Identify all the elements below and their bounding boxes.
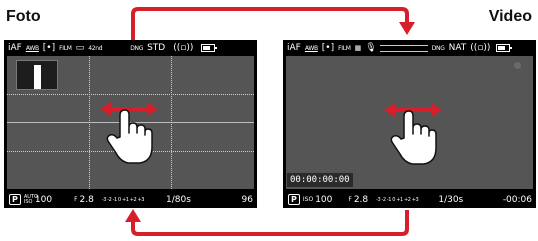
stabilization-icon[interactable]: ((▫)) xyxy=(470,43,490,53)
photo-to-video-arrowhead xyxy=(399,22,415,35)
photo-top-status-bar: iAF AWB [•] FILM ▭ 42nd DNG STD ((▫)) xyxy=(4,40,257,56)
af-mode[interactable]: iAF xyxy=(287,43,301,53)
battery-icon xyxy=(201,43,218,53)
photo-bottom-status-bar: P AUTO ISO 100 F 2.8 -3 -2 -1 0 +1 +2 +3… xyxy=(4,191,257,208)
file-format[interactable]: DNG xyxy=(130,45,143,52)
af-mode[interactable]: iAF xyxy=(8,43,22,53)
white-balance[interactable]: AWB xyxy=(305,45,318,52)
grid-line xyxy=(89,56,90,189)
film-style[interactable]: FILM xyxy=(338,45,351,52)
photo-to-video-arrow xyxy=(131,7,409,40)
spot-metering-icon[interactable]: [•] xyxy=(322,43,334,53)
exposure-mode[interactable]: P xyxy=(288,194,300,205)
video-viewfinder[interactable]: 00:00:00:00 xyxy=(286,56,533,189)
timecode: 00:00:00:00 xyxy=(287,173,353,187)
stabilization-icon[interactable]: ((▫)) xyxy=(173,43,193,53)
histogram xyxy=(16,60,58,90)
style-label[interactable]: NAT xyxy=(449,43,467,53)
exposure-mode[interactable]: P xyxy=(9,194,21,205)
aperture-prefix: F xyxy=(348,196,352,203)
aperture-prefix: F xyxy=(74,196,78,203)
audio-level-meter xyxy=(379,44,428,52)
video-to-photo-arrowhead xyxy=(125,209,141,222)
video-bottom-status-bar: P ISO 100 F 2.8 -3 -2 -1 0 +1 +2 +3 1/30… xyxy=(283,191,536,208)
aperture[interactable]: 2.8 xyxy=(80,195,94,205)
file-format[interactable]: DNG xyxy=(432,45,445,52)
iso-value[interactable]: 100 xyxy=(35,195,52,205)
microphone-icon[interactable]: 🎙︎ xyxy=(365,43,376,53)
video-top-status-bar: iAF AWB [•] FILM ▦ 🎙︎ DNG NAT ((▫)) xyxy=(283,40,536,56)
swipe-gesture-icon xyxy=(100,102,158,164)
exposure-compensation-scale[interactable]: -3 -2 -1 0 +1 +2 +3 xyxy=(376,197,419,203)
remaining-time: -00:06 xyxy=(502,194,532,205)
grid-line xyxy=(171,56,172,189)
iso-value[interactable]: 100 xyxy=(315,195,332,205)
style-label[interactable]: STD xyxy=(147,43,165,53)
video-to-photo-arrow xyxy=(131,210,409,236)
photo-viewfinder[interactable] xyxy=(7,56,254,189)
video-resolution-icon[interactable]: ▦ xyxy=(355,44,362,52)
iso-label: ISO xyxy=(302,196,314,203)
photo-screen: iAF AWB [•] FILM ▭ 42nd DNG STD ((▫)) P … xyxy=(4,40,257,208)
battery-icon xyxy=(496,43,513,53)
drive-mode[interactable]: 42nd xyxy=(88,45,102,52)
swipe-gesture-icon xyxy=(384,103,442,165)
white-balance[interactable]: AWB xyxy=(26,45,39,52)
spot-metering-icon[interactable]: [•] xyxy=(43,43,55,53)
grid-line xyxy=(7,94,254,95)
shutter-speed[interactable]: 1/30s xyxy=(438,195,463,205)
aperture[interactable]: 2.8 xyxy=(354,195,368,205)
shots-remaining: 96 xyxy=(241,194,253,205)
exposure-compensation-scale[interactable]: -3 -2 -1 0 +1 +2 +3 xyxy=(102,197,145,203)
shutter-speed[interactable]: 1/80s xyxy=(166,195,191,205)
video-screen: iAF AWB [•] FILM ▦ 🎙︎ DNG NAT ((▫)) 00:0… xyxy=(283,40,536,208)
iso-label: AUTO ISO xyxy=(23,193,38,205)
aspect-frame-icon[interactable]: ▭ xyxy=(76,43,85,53)
record-indicator xyxy=(514,62,521,69)
film-style[interactable]: FILM xyxy=(59,45,72,52)
